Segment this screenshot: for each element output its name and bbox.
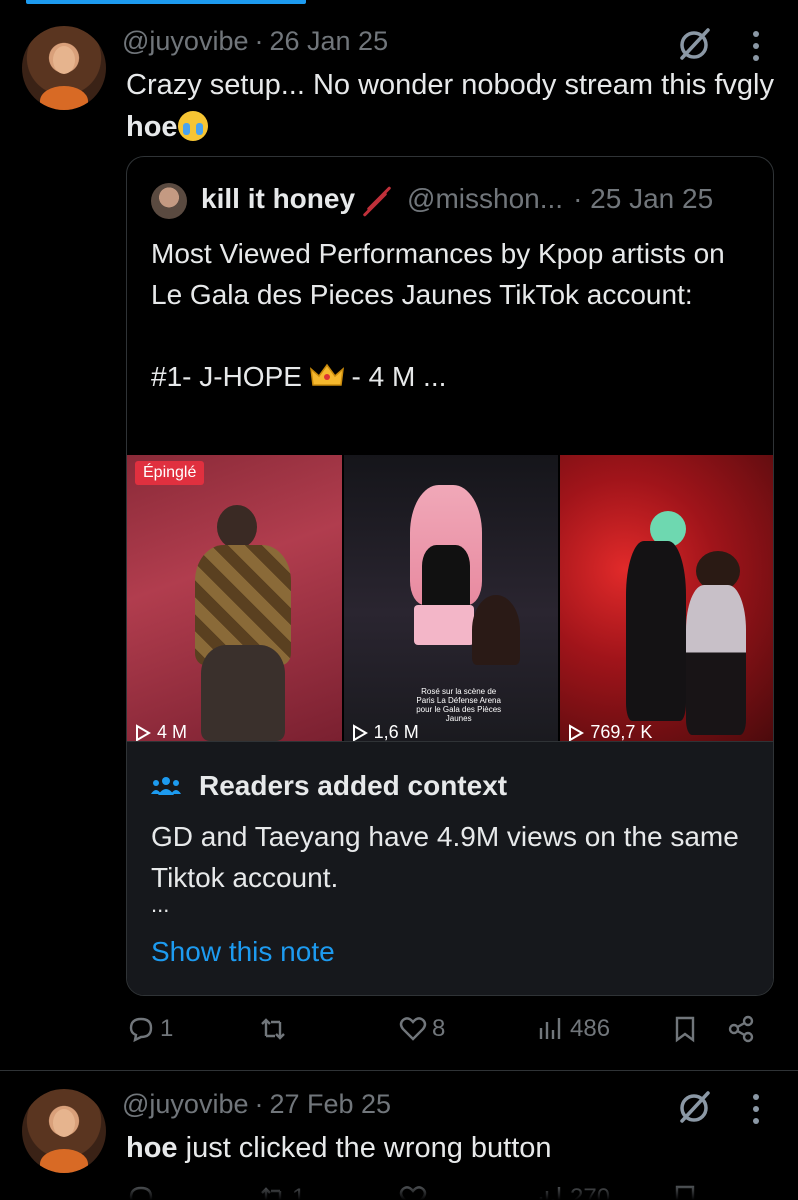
share-icon: [728, 1015, 754, 1043]
post-date[interactable]: 27 Feb 25: [269, 1089, 391, 1119]
bookmark-button[interactable]: [670, 1014, 700, 1044]
views-count: 486: [570, 1015, 611, 1042]
community-note-body: GD and Taeyang have 4.9M views on the sa…: [151, 821, 739, 893]
crown-emoji: [309, 363, 344, 386]
post-text-main: Crazy setup... No wonder nobody stream t…: [126, 69, 774, 101]
view-count: 769,7 K: [568, 722, 652, 741]
views-button[interactable]: 486: [536, 1014, 610, 1044]
quoted-text: Most Viewed Performances by Kpop artists…: [151, 238, 725, 392]
media-tile[interactable]: 769,7 K: [560, 455, 773, 741]
play-icon: [352, 723, 368, 741]
post-meta: @juyovibe · 26 Jan 25: [122, 26, 389, 56]
more-options-icon[interactable]: [744, 28, 768, 64]
community-note-ellipsis: ...: [151, 892, 170, 917]
post-text: Crazy setup... No wonder nobody stream t…: [126, 64, 776, 148]
avatar[interactable]: [22, 26, 106, 110]
bookmark-icon: [675, 1016, 695, 1043]
post-text-bold: hoe: [126, 111, 178, 143]
repost-icon: [261, 1018, 285, 1040]
reply-button[interactable]: 1: [126, 1014, 173, 1044]
like-button[interactable]: 8: [398, 1014, 445, 1044]
media-gallery[interactable]: Épinglé 4 M Rosé sur la scène de Paris L…: [127, 455, 773, 741]
play-icon: [569, 723, 585, 741]
show-note-link[interactable]: Show this note: [151, 936, 335, 968]
media-tile[interactable]: Épinglé 4 M: [127, 455, 342, 741]
post-handle[interactable]: @juyovibe: [122, 26, 248, 56]
video-subtitle: Rosé sur la scène de Paris La Défense Ar…: [416, 687, 502, 723]
crying-face-emoji: [177, 111, 208, 141]
like-count: 8: [432, 1015, 446, 1042]
post-actions: 1 8 486: [126, 1014, 766, 1054]
repost-button[interactable]: [258, 1014, 292, 1044]
community-note[interactable]: Readers added context GD and Taeyang hav…: [127, 741, 773, 995]
grok-icon[interactable]: [674, 1087, 714, 1127]
quoted-avatar[interactable]: [151, 183, 187, 219]
more-options-icon[interactable]: [744, 1091, 768, 1127]
reply-icon: [129, 1017, 153, 1043]
quoted-header: kill it honey @misshon... · 25 Jan 25: [201, 183, 713, 215]
media-tile[interactable]: Rosé sur la scène de Paris La Défense Ar…: [343, 455, 559, 741]
bottom-fade: [0, 1180, 798, 1200]
view-count: 1,6 M: [352, 722, 419, 741]
heart-icon: [399, 1017, 427, 1041]
quoted-handle[interactable]: @misshon...: [407, 183, 563, 215]
grok-icon[interactable]: [674, 24, 714, 64]
reply-count: 1: [160, 1015, 174, 1042]
play-icon: [136, 723, 151, 741]
post-text-main: just clicked the wrong button: [177, 1132, 552, 1164]
view-count: 4 M: [135, 722, 187, 741]
share-button[interactable]: [726, 1014, 756, 1044]
post-date[interactable]: 26 Jan 25: [269, 26, 388, 56]
quoted-name[interactable]: kill it honey: [201, 183, 355, 215]
post-text-bold: hoe: [126, 1132, 178, 1164]
post-handle[interactable]: @juyovibe: [122, 1089, 248, 1119]
quoted-post[interactable]: kill it honey @misshon... · 25 Jan 25 Mo…: [126, 156, 774, 996]
community-note-header: Readers added context: [151, 770, 507, 802]
post-text: hoe just clicked the wrong button: [126, 1127, 776, 1169]
bar-chart-icon: [539, 1018, 561, 1039]
quoted-date: · 25 Jan 25: [573, 183, 714, 214]
community-note-title: Readers added context: [199, 770, 508, 801]
post-meta: @juyovibe · 27 Feb 25: [122, 1089, 392, 1119]
post[interactable]: @juyovibe · 26 Jan 25 Crazy setup... No wo…: [0, 0, 798, 1068]
chopsticks-emoji: [361, 184, 395, 214]
people-icon: [151, 777, 181, 795]
pinned-badge: Épinglé: [135, 461, 205, 485]
avatar[interactable]: [22, 1089, 106, 1173]
